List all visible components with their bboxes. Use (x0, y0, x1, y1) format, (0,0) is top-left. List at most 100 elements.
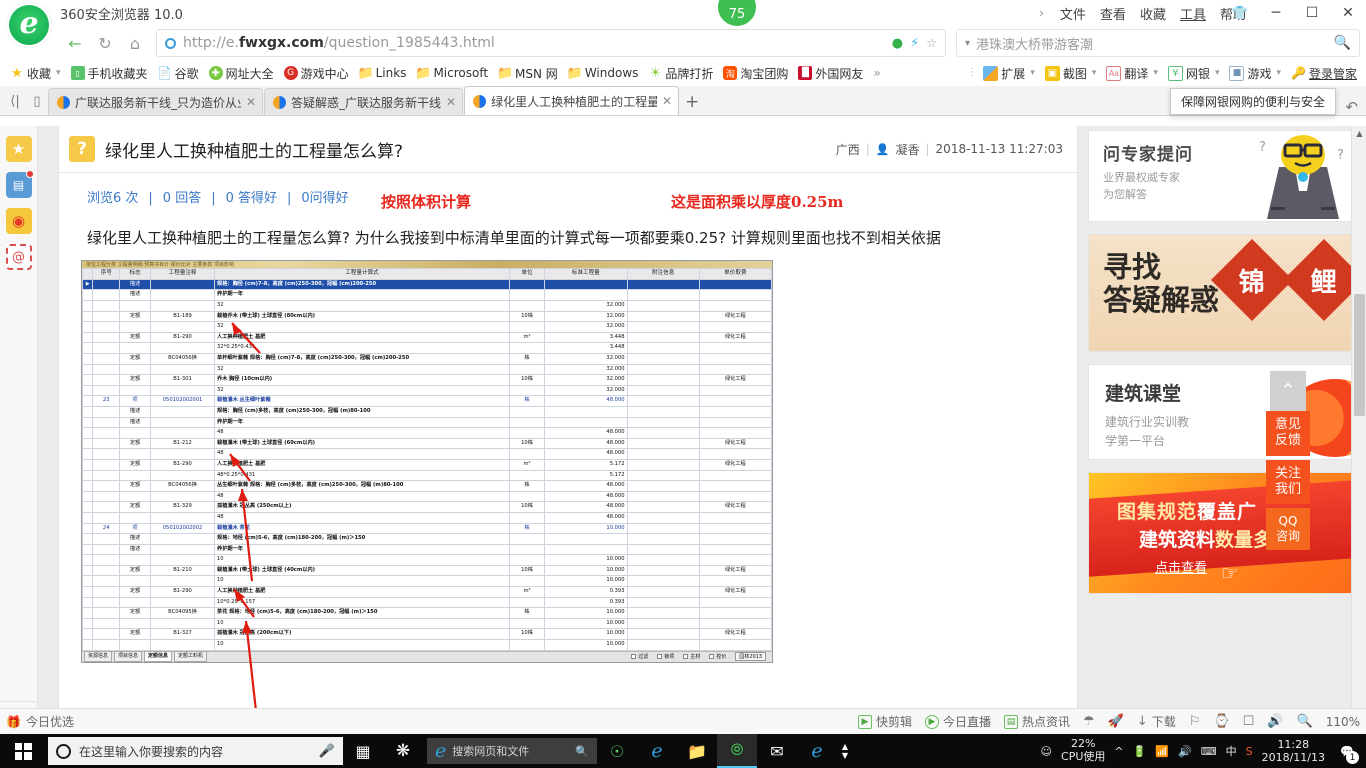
table-row[interactable]: 定额 B1-301 乔木 胸径 (10cm以内) 10株 32.000 绿化工程 (81, 374, 773, 386)
feedback-tab[interactable]: 意见 反馈 (1266, 411, 1310, 456)
stat-answers[interactable]: 0 回答 (163, 187, 201, 206)
minimize-icon[interactable]: ─ (1258, 0, 1294, 26)
page-scrollbar[interactable]: ▲ ▼ (1351, 126, 1366, 734)
table-row[interactable]: 定额 B1-290 人工换种植肥土 基肥 m² 3.448 绿化工程 (81, 331, 773, 344)
menu-expand-icon[interactable]: › (1039, 6, 1044, 20)
footer-tab-1[interactable]: 项目信息 (114, 651, 143, 663)
bookmark-foreign[interactable]: █ 外国网友 (794, 63, 867, 84)
tray-expand-icon[interactable]: ^ (1114, 745, 1123, 758)
table-row[interactable]: 32 32.000 (81, 384, 773, 397)
footer-tab-2[interactable]: 定额信息 (144, 651, 173, 663)
table-row[interactable]: 定额 BC04095换 茶花 规格：地径 (cm)5-6，高度 (cm)180-20… (81, 607, 773, 619)
table-row[interactable]: 10*0.25*0.157 0.393 (81, 596, 773, 609)
table-row[interactable]: 10 10.000 (81, 639, 773, 651)
table-row[interactable]: 定额 B1-290 人工换种植肥土 基肥 m² 5.172 绿化工程 (81, 458, 773, 471)
bolt-icon[interactable]: ⚡ (910, 36, 919, 51)
table-row[interactable]: 定额 B1-329 孤植灌木 冠丛高 (250cm以上) 10株 48.000 绿化工程 (81, 501, 773, 513)
speed-icon[interactable]: ⌚ (1213, 714, 1229, 729)
table-row[interactable]: 定额 B1-210 栽植灌木 (带土球) 土球直径 (40cm以内) 10株 10.00… (81, 564, 773, 577)
chevron-down-icon[interactable]: ▾ (1215, 68, 1220, 78)
checkbox-price-control[interactable]: 控价 (709, 653, 726, 660)
mail-icon[interactable]: ✉ (757, 734, 797, 768)
clock[interactable]: 11:28 2018/11/13 (1262, 738, 1325, 764)
stat-good-questions[interactable]: 0问得好 (301, 187, 348, 206)
table-row[interactable]: 48*0.25*0.431 5.172 (81, 469, 773, 482)
scrollbar-thumb[interactable] (1354, 294, 1365, 416)
bookmark-game-center[interactable]: G 游戏中心 (280, 63, 353, 84)
table-row[interactable]: 定额 B1-189 栽植乔木 (带土球) 土球直径 (80cm以内) 10株 32.00… (81, 310, 773, 323)
table-row[interactable]: 32 32.000 (81, 321, 773, 333)
mail-icon[interactable]: @ (5, 244, 32, 270)
news-icon[interactable]: ▤ (5, 170, 34, 198)
bookmark-google[interactable]: 📄 谷歌 (154, 63, 203, 84)
favorites-icon[interactable]: ★ (5, 136, 32, 162)
bookmark-links[interactable]: 📁 Links (355, 64, 411, 82)
chevron-down-icon[interactable]: ▾ (1030, 68, 1035, 78)
bookmark-mobile[interactable]: ▯ 手机收藏夹 (67, 63, 152, 84)
ad-cta-link[interactable]: 点击查看 (1155, 557, 1207, 576)
ad-find-koi[interactable]: 寻找 答疑解惑 锦 鲤 (1088, 234, 1360, 352)
table-row[interactable]: 48 48.000 (81, 448, 773, 460)
menu-tools[interactable]: 工具 (1180, 4, 1206, 23)
checkbox-lock[interactable]: 锁项 (657, 653, 674, 660)
tool-login-manager[interactable]: 🔑 登录管家 (1288, 64, 1360, 83)
status-download[interactable]: ↓ 下载 (1137, 713, 1176, 730)
back-to-top-button[interactable]: ⌃ (1270, 371, 1306, 411)
search-icon[interactable]: 🔍 (575, 745, 589, 758)
table-row[interactable]: 10 10.000 (81, 554, 773, 566)
battery-icon[interactable]: 🔋 (1133, 745, 1147, 758)
microphone-icon[interactable]: 🎤 (319, 744, 335, 759)
task-view-icon[interactable]: ▦ (343, 734, 383, 768)
table-row[interactable]: 23 项 050102002001 栽植灌木 丛生细叶紫薇株 48.000 (81, 395, 773, 407)
maximize-icon[interactable]: ☐ (1294, 0, 1330, 26)
chevron-down-icon[interactable]: ▾ (965, 38, 970, 49)
scroll-up-icon[interactable]: ▲ (1352, 126, 1366, 141)
notification-center-icon[interactable]: 💬 1 (1334, 734, 1360, 768)
close-icon[interactable]: ✕ (1330, 0, 1366, 26)
menu-view[interactable]: 查看 (1100, 4, 1126, 23)
wifi-icon[interactable]: 📶 (1155, 745, 1169, 758)
ie-search-window[interactable]: e 搜索网页和文件 🔍 (427, 738, 597, 764)
bookmark-msn[interactable]: 📁 MSN 网 (494, 63, 562, 84)
360-browser-icon[interactable]: ⦾ (717, 734, 757, 768)
grip-icon[interactable]: ⋮ (967, 68, 977, 78)
table-row[interactable]: 10 10.000 (81, 617, 773, 630)
table-row[interactable]: 描述 规格：地径 (cm)5-6，高度 (cm)180-200，冠幅 (m)＞15… (81, 533, 773, 545)
tool-games[interactable]: ■ 游戏 ▾ (1226, 64, 1284, 83)
status-live[interactable]: ▶ 今日直播 (925, 713, 991, 730)
qq-tab[interactable]: QQ 咨询 (1266, 508, 1310, 550)
bookmark-taobao[interactable]: 淘淘宝团购 (719, 63, 792, 84)
table-row[interactable]: 48 48.000 (81, 490, 773, 503)
chevron-down-icon[interactable]: ▾ (1277, 68, 1282, 78)
address-bar[interactable]: http://e.fwxgx.com/question_1985443.html… (156, 29, 946, 57)
tool-extensions[interactable]: 扩展 ▾ (980, 64, 1038, 83)
zoom-icon[interactable]: 🔍 (1297, 714, 1313, 729)
home-button[interactable]: ⌂ (120, 28, 150, 58)
bookmark-microsoft[interactable]: 📁 Microsoft (412, 64, 492, 82)
bookmark-brand-sale[interactable]: ☀ 品牌打折 (644, 63, 717, 84)
weibo-icon[interactable]: ◉ (5, 208, 32, 234)
tab-1[interactable]: 答疑解惑_广联达服务新干线 ✕ (264, 88, 464, 115)
reload-button[interactable]: ↻ (90, 28, 120, 58)
tab-sidebar-icon[interactable]: ▯ (26, 87, 48, 115)
table-row[interactable]: 48 48.000 (81, 511, 773, 524)
skin-icon[interactable]: 👕 (1222, 0, 1258, 26)
bookmark-overflow[interactable]: » (869, 64, 884, 82)
table-row[interactable]: 定额 BC04056换 单杆细叶紫薇 规格：胸径 (cm)7-8，高度 (cm)25… (81, 353, 773, 365)
volume-icon[interactable]: 🔊 (1178, 745, 1192, 758)
cpu-meter[interactable]: 22% CPU使用 (1061, 738, 1105, 763)
checkbox-material[interactable]: 主材 (683, 653, 700, 660)
sogou-icon[interactable]: S (1246, 745, 1253, 758)
table-row[interactable]: 32 32.000 (81, 300, 773, 312)
new-tab-button[interactable]: + (680, 88, 704, 115)
table-row[interactable]: 定额 B1-290 人工换种植肥土 基肥 m² 0.393 绿化工程 (81, 586, 773, 598)
table-row[interactable]: 描述 养护期一年 (81, 289, 773, 302)
ad-ask-expert[interactable]: 问专家提问 业界最权威专家 为您解答 ? ? (1088, 130, 1360, 222)
chevron-down-icon[interactable]: ▾ (1153, 68, 1158, 78)
tool-screenshot[interactable]: ▣ 截图 ▾ (1042, 64, 1100, 83)
table-row[interactable]: 定额 B1-327 孤植灌木 冠丛高 (200cm以下) 10株 10.000 绿化工程 (81, 628, 773, 641)
flag-icon[interactable]: ⚐ (1189, 714, 1201, 729)
stat-views[interactable]: 浏览6 次 (87, 187, 138, 206)
bookmark-windows[interactable]: 📁 Windows (564, 64, 643, 82)
table-row[interactable]: 描述 规格：胸径 (cm)多枝，高度 (cm)250-300，冠幅 (m)80-1… (81, 405, 773, 418)
